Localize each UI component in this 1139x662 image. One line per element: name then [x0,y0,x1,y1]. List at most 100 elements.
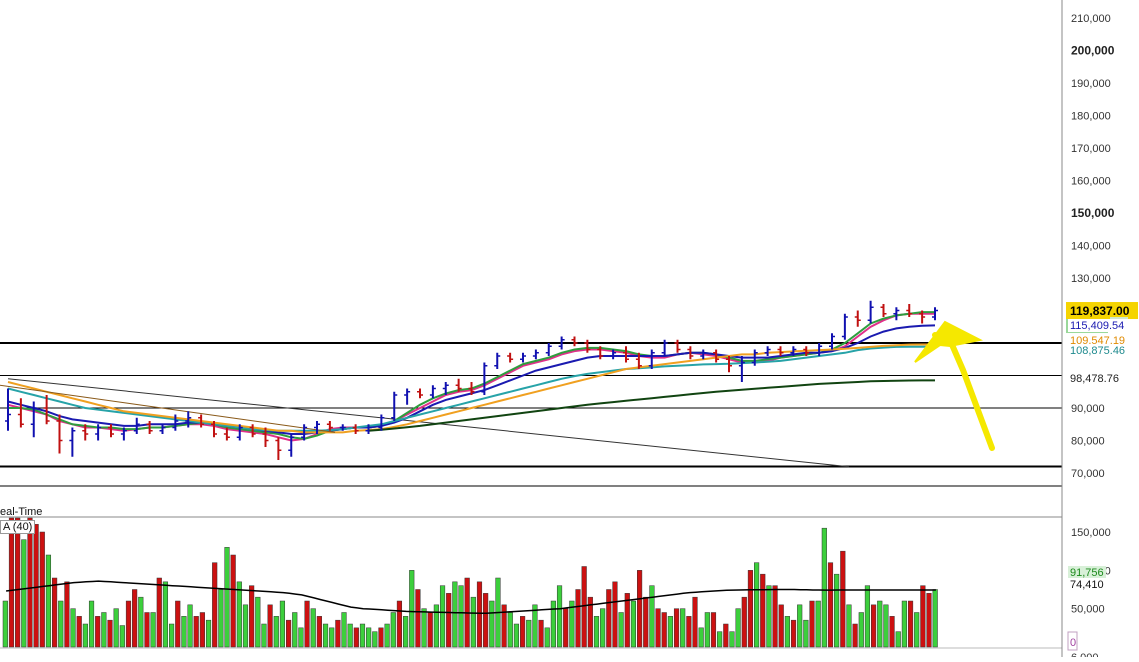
volume-bar [156,577,162,648]
volume-bar [279,600,286,648]
volume-bar [384,623,390,648]
clipped-tick-label: 6,000 [1071,652,1099,657]
volume-bar [353,627,359,648]
volume-bar [21,539,27,648]
volume-bar [113,608,119,648]
volume-bar [470,596,476,648]
volume-bar [643,596,649,648]
volume-bar [821,527,827,648]
volume-bar [846,604,852,648]
ohlc-bar [545,343,552,356]
volume-bar [366,627,372,648]
volume-bar [347,623,353,648]
volume-bar [686,616,692,648]
volume-bar [27,517,33,648]
volume-bar [476,581,483,648]
volume-bar [489,600,495,648]
volume-bar [698,627,704,648]
volume-bar [298,627,304,648]
volume-bar [593,616,600,648]
volume-bar [864,585,871,648]
ohlc-bar [841,313,848,340]
volume-bar [526,619,532,648]
volume-bar [501,604,507,648]
volume-bar [33,524,39,648]
ohlc-bar [391,391,398,421]
volume-bar [15,517,21,648]
price-tick-label: 200,000 [1071,44,1115,58]
volume-bar [45,554,52,648]
price-tick-label: 70,000 [1071,468,1105,480]
ohlc-bar [867,300,874,324]
volume-value-label: 91,756 [1070,567,1104,579]
volume-bar [834,573,840,648]
moving-average-line [0,384,336,433]
volume-bar [618,612,624,648]
volume-bar [119,625,125,648]
volume-bar [341,612,347,648]
ohlc-bar [494,352,501,369]
volume-bar [723,623,729,648]
volume-bar [661,612,667,648]
price-tick-label: 90,000 [1071,403,1105,415]
ma-value-label: 115,409.54 [1070,320,1124,332]
volume-bar [637,570,643,648]
ohlc-bar [5,388,11,431]
volume-bar [187,604,193,648]
yellow-arrow-line [932,332,995,451]
volume-bar [76,616,82,648]
volume-bar [513,623,520,648]
volume-bar [926,593,932,648]
volume-bar [889,616,895,648]
ohlc-bar [584,339,591,353]
volume-bar [378,627,384,648]
price-tick-label: 170,000 [1071,143,1111,155]
volume-bar [704,612,710,648]
volume-bar [267,604,273,648]
volume-bar [532,604,538,648]
volume-bar [575,589,581,648]
volume-bar [797,604,803,648]
volume-bar [409,570,415,648]
volume-bar [901,600,907,648]
volume-bar [261,623,267,648]
last-price-label: 119,837.00 [1070,304,1130,318]
volume-bar [335,619,341,648]
volume-bar [181,616,187,648]
volume-bar [673,608,680,648]
volume-ma-legend: A (40) [0,520,36,534]
volume-bar [827,562,834,648]
volume-bar [710,612,717,648]
volume-bar [427,612,433,648]
volume-bar [169,623,175,648]
volume-bar [895,631,901,648]
volume-bar [655,608,661,648]
volume-bar [421,608,427,648]
volume-bar [483,593,489,648]
volume-bar [199,612,205,648]
volume-bar [747,570,754,648]
volume-bar [439,585,446,648]
volume-bar [205,619,212,648]
volume-bar [600,608,606,648]
price-tick-label: 180,000 [1071,111,1111,123]
volume-bar [729,631,735,648]
volume-bar [329,627,335,648]
ohlc-bar [674,339,681,353]
volume-bar [784,616,790,648]
volume-bar [415,589,421,648]
moving-average-line [7,312,935,442]
volume-bar [649,585,655,648]
volume-bar [766,585,772,648]
volume-tick-label: 50,000 [1071,604,1105,616]
volume-bar [242,604,249,648]
volume-bar [914,612,920,648]
volume-bar [550,600,556,648]
volume-bar [390,612,396,648]
volume-bar [803,619,809,648]
volume-bar [852,623,858,648]
volume-bar [70,608,76,648]
volume-bar [95,616,101,648]
chart-stage: 70,00080,00090,000100,000110,000120,0001… [0,0,1139,662]
volume-bar [2,600,8,648]
